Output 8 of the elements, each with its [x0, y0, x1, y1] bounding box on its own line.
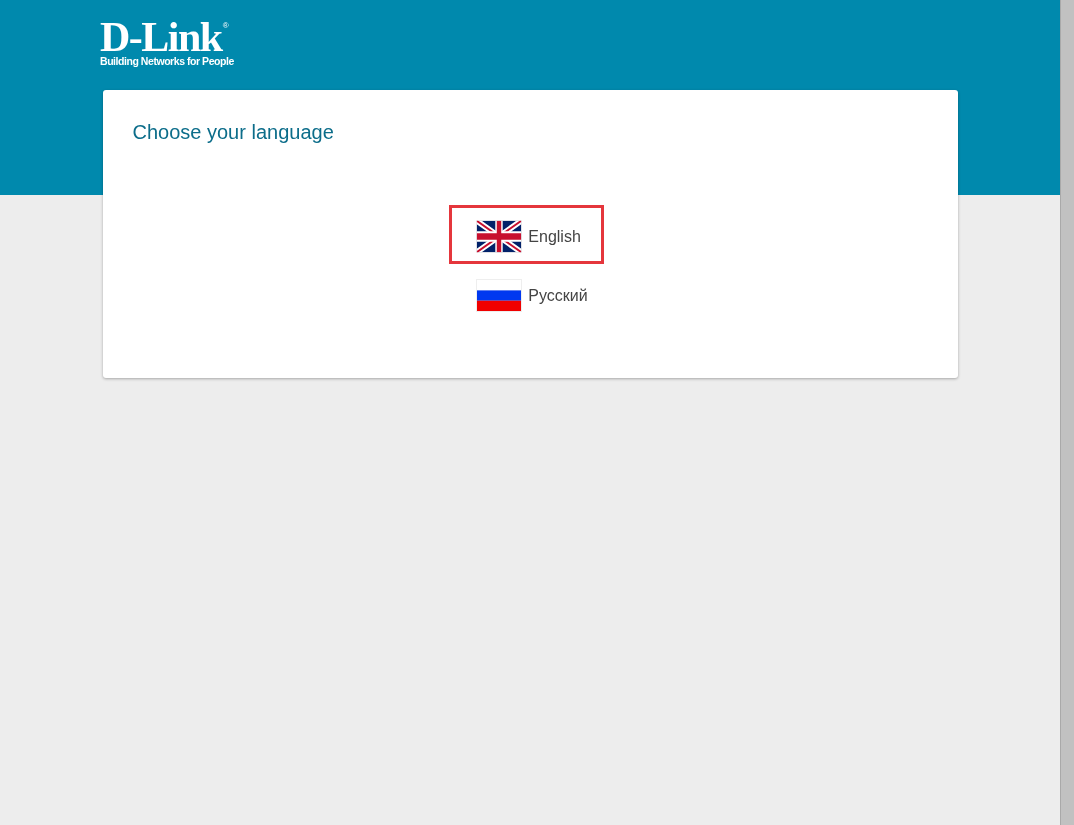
language-option[interactable]: English	[449, 205, 604, 264]
uk-flag-icon	[476, 220, 523, 253]
logo-tagline: Building Networks for People	[100, 55, 234, 67]
russian-flag-icon	[476, 279, 523, 312]
logo-wordmark: D-Link	[100, 22, 222, 53]
card-title: Choose your language	[132, 120, 334, 144]
registered-mark: ®	[222, 22, 229, 30]
scrollbar[interactable]	[1060, 0, 1074, 825]
